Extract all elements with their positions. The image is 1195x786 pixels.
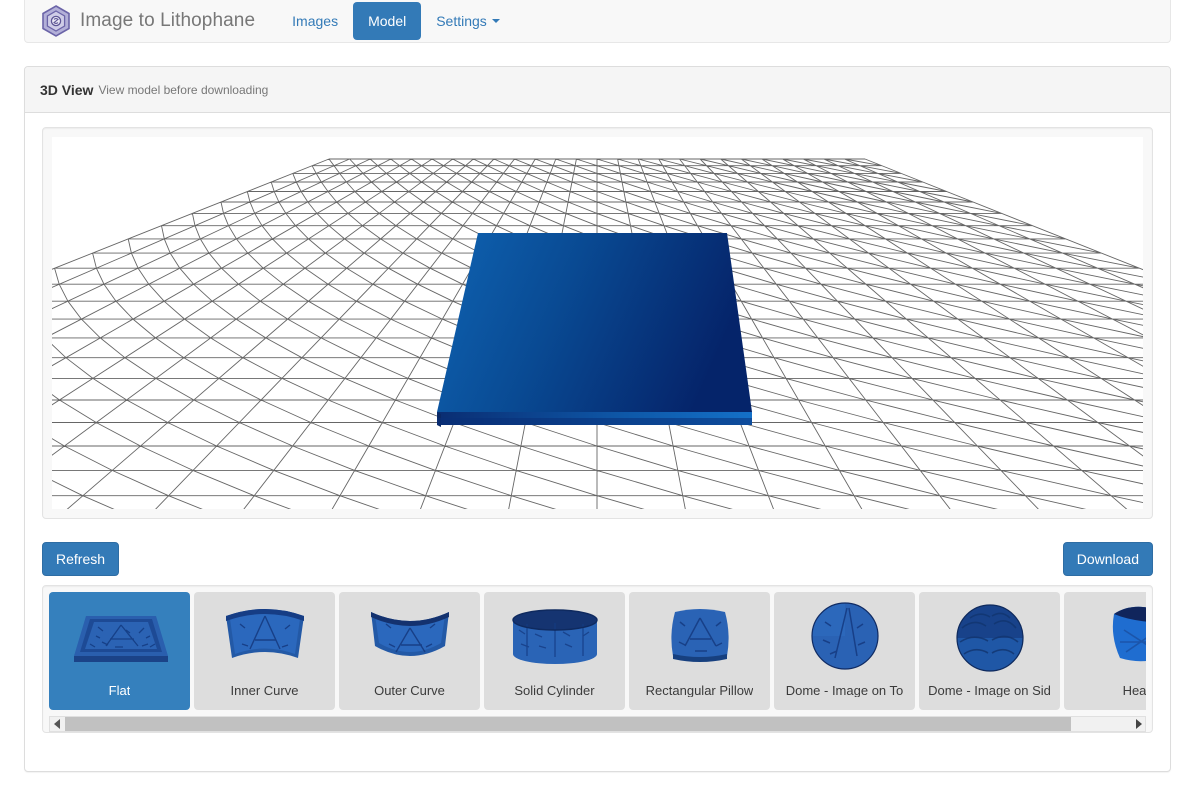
dome-image-on-side-lithophane-thumb (919, 592, 1060, 680)
nav-item-images[interactable]: Images (277, 2, 353, 40)
top-navbar: Image to Lithophane Images Model Setting… (24, 0, 1171, 43)
model-type-heart-label: Hea (1122, 683, 1146, 697)
scrollbar-track[interactable] (65, 717, 1130, 731)
viewer-container (42, 127, 1153, 519)
refresh-button[interactable]: Refresh (42, 542, 120, 576)
model-type-solid-cylinder-label: Solid Cylinder (514, 683, 595, 697)
model-type-solid-cylinder[interactable]: Solid Cylinder (484, 592, 625, 710)
triangle-left-icon[interactable] (50, 717, 65, 732)
solid-cylinder-lithophane-thumb (484, 592, 625, 680)
model-type-dome-image-on-side[interactable]: Dome - Image on Sid (919, 592, 1060, 710)
scrollbar-thumb[interactable] (65, 717, 1072, 731)
nav-item-settings-label: Settings (436, 12, 487, 29)
brand-link[interactable]: Image to Lithophane (25, 0, 269, 43)
navbar-links: Images Model Settings (277, 0, 515, 43)
hexagon-logo-icon (41, 4, 71, 37)
3d-scene-svg (52, 158, 1143, 509)
model-type-dome-image-on-top[interactable]: Dome - Image on To (774, 592, 915, 710)
model-type-dome-image-on-side-label: Dome - Image on Sid (928, 683, 1051, 697)
nav-item-images-label: Images (292, 12, 339, 29)
carousel-scrollbar[interactable] (49, 716, 1146, 732)
inner-curve-lithophane-thumb (194, 592, 335, 680)
flat-lithophane-thumb (49, 592, 190, 680)
model-type-flat[interactable]: Flat (49, 592, 190, 710)
panel-heading: 3D View View model before downloading (25, 67, 1170, 113)
model-type-rectangular-pillow-label: Rectangular Pillow (645, 683, 754, 697)
model-type-rectangular-pillow[interactable]: Rectangular Pillow (629, 592, 770, 710)
nav-item-model[interactable]: Model (353, 1, 422, 40)
model-type-outer-curve[interactable]: Outer Curve (339, 592, 480, 710)
nav-item-model-label: Model (368, 12, 407, 29)
3d-view-panel: 3D View View model before downloading Re… (24, 66, 1171, 772)
model-type-list: Flat Inner Curve Outer Curve Solid Cylin… (49, 592, 1146, 710)
triangle-right-icon[interactable] (1130, 717, 1145, 732)
lithophane-model (437, 233, 752, 427)
3d-model-viewport[interactable] (52, 137, 1143, 509)
heart-lithophane-thumb (1064, 592, 1146, 680)
page-title: 3D View (40, 81, 94, 98)
app-root: Image to Lithophane Images Model Setting… (0, 0, 1195, 786)
outer-curve-lithophane-thumb (339, 592, 480, 680)
brand-title: Image to Lithophane (80, 10, 256, 31)
model-type-inner-curve[interactable]: Inner Curve (194, 592, 335, 710)
download-button[interactable]: Download (1062, 542, 1153, 576)
model-type-carousel: Flat Inner Curve Outer Curve Solid Cylin… (42, 585, 1153, 733)
nav-item-settings[interactable]: Settings (421, 2, 515, 40)
rectangular-pillow-lithophane-thumb (629, 592, 770, 680)
page-subtitle: View model before downloading (98, 82, 269, 97)
model-type-flat-label: Flat (108, 683, 131, 697)
action-button-row: Refresh Download (42, 542, 1153, 576)
dome-image-on-top-lithophane-thumb (774, 592, 915, 680)
model-type-inner-curve-label: Inner Curve (230, 683, 299, 697)
chevron-down-icon (491, 18, 500, 23)
model-type-dome-image-on-top-label: Dome - Image on To (785, 683, 904, 697)
model-type-heart[interactable]: Hea (1064, 592, 1146, 710)
model-type-outer-curve-label: Outer Curve (374, 683, 445, 697)
